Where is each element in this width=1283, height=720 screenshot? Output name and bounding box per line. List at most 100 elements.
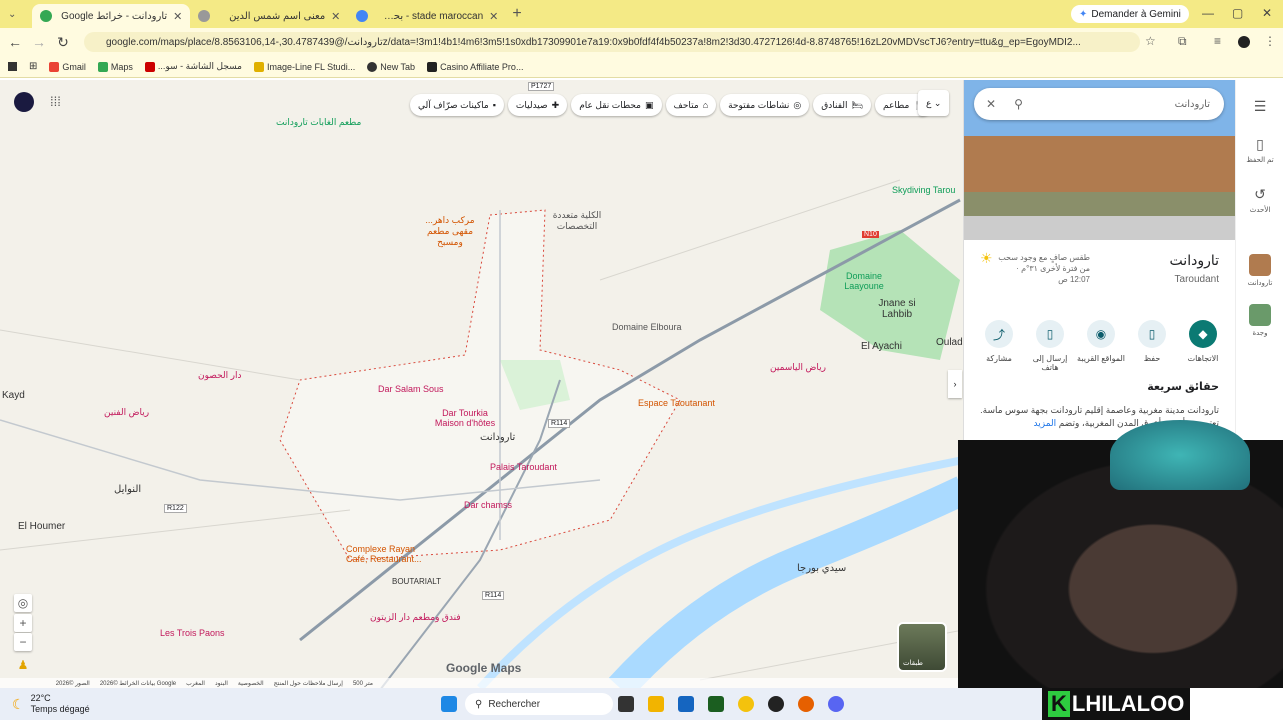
maximize-icon[interactable]: ▢ <box>1232 6 1243 20</box>
map-label[interactable]: Dar Salam Sous <box>378 384 444 394</box>
map-label[interactable]: فندق ومطعم دار الزيتون <box>370 612 461 623</box>
attribution-item[interactable]: إرسال ملاحظات حول المنتج <box>274 680 343 687</box>
map-label[interactable]: الكلية متعددة التخصصات <box>552 210 602 232</box>
map-label[interactable]: Espace Taoutanant <box>638 398 715 408</box>
my-location-icon[interactable]: ◎ <box>14 594 32 612</box>
map-label[interactable]: El Ayachi <box>861 341 902 352</box>
close-icon[interactable]: ✕ <box>986 97 996 111</box>
map-label[interactable]: Kayd <box>2 390 25 401</box>
map-label[interactable]: Domaine Laayoune <box>842 271 886 291</box>
tab-maps[interactable]: تارودانت - خرائط Google ✕ <box>32 4 191 28</box>
close-icon[interactable]: ✕ <box>173 10 182 23</box>
collapse-panel-icon[interactable]: › <box>948 370 962 398</box>
windows-start-icon[interactable] <box>441 696 457 712</box>
bookmark-casino[interactable]: Casino Affiliate Pro... <box>427 61 523 72</box>
map-label[interactable]: رياض الياسمين <box>770 362 826 373</box>
map-label[interactable]: رياض الفنين <box>104 407 149 418</box>
chip-hotels[interactable]: 🛏 الفنادق <box>813 94 871 116</box>
github-desktop-icon[interactable] <box>768 696 784 712</box>
search-icon[interactable]: ⚲ <box>1014 97 1023 111</box>
zoom-in-button[interactable]: + <box>14 614 32 632</box>
bookmark-gmail[interactable]: Gmail <box>49 61 86 72</box>
apps-grid-icon[interactable]: ⁞⁞⁞ <box>50 94 61 109</box>
media-icon[interactable]: ≡ <box>1214 34 1221 48</box>
firefox-icon[interactable] <box>798 696 814 712</box>
tab-search-icon[interactable]: ⌄ <box>8 9 16 20</box>
taskbar-search[interactable]: ⚲ Rechercher <box>465 693 613 715</box>
taskbar-weather[interactable]: ☾ 22°C Temps dégagé <box>12 693 90 715</box>
layers-button[interactable]: طبقات <box>897 622 947 672</box>
map-label[interactable]: ...مركب داهر مقهى مطعم ومسبح <box>420 215 480 248</box>
sidebar-icon[interactable] <box>8 62 17 71</box>
gemini-button[interactable]: ✦ Demander à Gemini <box>1071 5 1189 23</box>
new-tab-button[interactable]: + <box>512 5 521 23</box>
discord-icon[interactable] <box>828 696 844 712</box>
zoom-out-button[interactable]: − <box>14 633 32 651</box>
rail-taroudant[interactable]: تارودانت <box>1236 254 1283 287</box>
bookmark-maps[interactable]: Maps <box>97 61 133 72</box>
nearby-button[interactable]: ◉ المواقع القريبة <box>1076 320 1126 372</box>
map-label[interactable]: Oulad <box>936 337 963 348</box>
chip-transit[interactable]: ▣ محطات نقل عام <box>571 94 662 116</box>
scale-bar[interactable]: 500 متر <box>353 680 373 687</box>
map-label[interactable]: Domaine Elboura <box>612 322 682 332</box>
chip-activities[interactable]: ◎ نشاطات مفتوحة <box>720 94 810 116</box>
rail-saved[interactable]: ▯ تم الحفظ <box>1236 136 1283 164</box>
map-label[interactable]: BOUTARIALT <box>392 577 441 586</box>
map-label[interactable]: Complexe Rayan Café, Restaurant... <box>346 544 426 564</box>
forward-icon[interactable]: → <box>27 34 51 50</box>
profile-avatar[interactable] <box>1238 36 1250 48</box>
map-label[interactable]: Dar Tourkia Maison d'hôtes <box>430 408 500 428</box>
map-label[interactable]: Palais Taroudant <box>490 462 557 472</box>
close-icon[interactable]: ✕ <box>331 10 340 23</box>
rail-oujda[interactable]: وجدة <box>1236 304 1283 337</box>
bookmark-star-icon[interactable]: ☆ <box>1145 34 1156 48</box>
attribution-item[interactable]: البنود <box>215 680 228 687</box>
bookmark-fl-studio[interactable]: Image-Line FL Studi... <box>253 61 355 72</box>
back-icon[interactable]: ← <box>3 34 27 50</box>
chip-pharmacies[interactable]: ✚ صيدليات <box>507 94 568 116</box>
save-button[interactable]: ▯ حفظ <box>1127 320 1177 372</box>
pegman-icon[interactable]: ♟ <box>14 656 32 674</box>
map-label[interactable]: Jnane si Lahbib <box>872 298 922 320</box>
menu-dots-icon[interactable]: ⋮ <box>1264 34 1276 48</box>
map-label[interactable]: Skydiving Tarou <box>892 185 955 195</box>
attribution-item[interactable]: المغرب <box>186 680 205 687</box>
account-avatar[interactable] <box>14 92 34 112</box>
chip-museums[interactable]: ⌂ متاحف <box>665 94 717 116</box>
bookmark-recorder[interactable]: ...مسجل الشاشة - سو <box>144 61 242 72</box>
close-icon[interactable]: ✕ <box>489 10 498 23</box>
map-label[interactable]: Dar chamss <box>464 500 512 510</box>
map-label[interactable]: دار الحصون <box>198 370 241 381</box>
map-label[interactable]: El Houmer <box>18 521 65 532</box>
chrome-icon[interactable] <box>738 696 754 712</box>
extensions-icon[interactable]: ⧉ <box>1178 34 1187 49</box>
attribution-item[interactable]: الخصوصية <box>238 680 264 687</box>
rail-recent[interactable]: ↺ الأحدث <box>1236 186 1283 214</box>
task-view-icon[interactable] <box>618 696 634 712</box>
window-close-icon[interactable]: ✕ <box>1262 6 1272 20</box>
app-icon[interactable] <box>708 696 724 712</box>
map-label[interactable]: تارودانت <box>480 432 515 443</box>
minimize-icon[interactable]: — <box>1202 6 1214 20</box>
bookmark-new-tab[interactable]: New Tab <box>367 61 415 72</box>
directions-button[interactable]: ◆ الاتجاهات <box>1178 320 1228 372</box>
map-label[interactable]: سيدي بورجا <box>797 563 846 574</box>
tab-meaning[interactable]: معنى اسم شمس الدين ✕ <box>190 4 348 28</box>
address-bar[interactable]: google.com/maps/place/تارودانت/@30.47874… <box>84 32 1140 52</box>
map-label[interactable]: مطعم الغابات تارودانت <box>276 117 361 128</box>
more-chips-button[interactable]: ع ⌄ <box>918 90 950 116</box>
search-input[interactable]: تارودانت <box>1023 99 1224 110</box>
menu-button[interactable]: ☰ <box>1236 98 1283 118</box>
tab-google-search[interactable]: stade maroccan - بحث Google ✕ <box>348 4 506 28</box>
map-label[interactable]: Les Trois Paons <box>160 628 225 638</box>
reload-icon[interactable]: ↻ <box>51 34 75 51</box>
store-icon[interactable] <box>678 696 694 712</box>
file-explorer-icon[interactable] <box>648 696 664 712</box>
send-to-phone-button[interactable]: ▯ إرسال إلى هاتف <box>1025 320 1075 372</box>
apps-grid-icon[interactable]: ⊞ <box>29 61 37 72</box>
map-label[interactable]: النوايل <box>114 484 141 495</box>
search-box[interactable]: ✕ ⚲ تارودانت <box>974 88 1224 120</box>
more-link[interactable]: المزيد <box>1034 418 1057 428</box>
chip-atms[interactable]: ▪ ماكينات صرّاف آلي <box>410 94 504 116</box>
